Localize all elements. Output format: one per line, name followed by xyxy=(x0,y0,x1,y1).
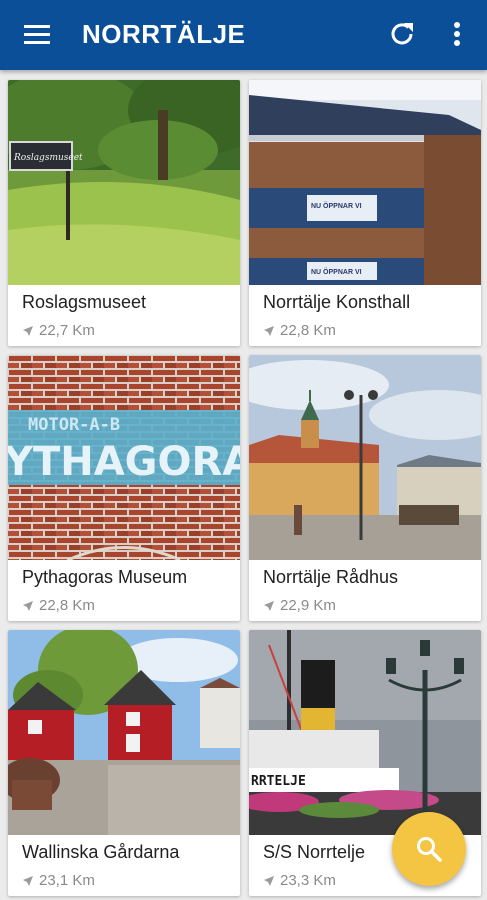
window-sign-1: NU ÖPPNAR VI xyxy=(311,201,362,210)
place-name: Norrtälje Konsthall xyxy=(263,292,411,312)
app-bar: NORRTÄLJE xyxy=(0,0,487,70)
place-name: Pythagoras Museum xyxy=(22,567,188,587)
sign-text: Roslagsmuseet xyxy=(13,153,83,163)
place-photo: MOTOR-A-B YTHAGORA xyxy=(8,355,240,560)
navigation-arrow-icon xyxy=(264,600,274,611)
place-distance: 23,3 Km xyxy=(263,872,336,889)
place-distance: 22,7 Km xyxy=(22,322,95,339)
ship-name-text: RRTELJE xyxy=(251,774,306,789)
place-card-roslagsmuseet[interactable]: Roslagsmuseet Roslagsmuseet 22,7 Km xyxy=(8,80,240,346)
place-distance: 22,8 Km xyxy=(22,597,95,614)
place-card-norrtalje-radhus[interactable]: Norrtälje Rådhus 22,9 Km xyxy=(249,355,481,621)
page-title: NORRTÄLJE xyxy=(82,19,246,49)
place-card-wallinska-gardarna[interactable]: Wallinska Gårdarna 23,1 Km xyxy=(8,630,240,896)
hamburger-menu-icon[interactable] xyxy=(22,21,54,49)
place-photo xyxy=(249,355,481,560)
place-photo: NU ÖPPNAR VI NU ÖPPNAR VI xyxy=(249,80,481,285)
place-distance: 22,8 Km xyxy=(263,322,336,339)
place-photo xyxy=(8,630,240,835)
place-photo: RRTELJE xyxy=(249,630,481,835)
navigation-arrow-icon xyxy=(23,325,33,336)
window-sign-2: NU ÖPPNAR VI xyxy=(311,267,362,276)
place-name: Norrtälje Rådhus xyxy=(263,567,399,587)
places-grid: Roslagsmuseet Roslagsmuseet 22,7 Km NU Ö… xyxy=(0,70,487,900)
more-vertical-icon[interactable] xyxy=(446,18,468,50)
place-photo: Roslagsmuseet xyxy=(8,80,240,285)
place-name: S/S Norrtelje xyxy=(263,842,366,862)
search-fab-button[interactable] xyxy=(392,812,466,886)
search-icon xyxy=(417,837,442,862)
place-distance: 23,1 Km xyxy=(22,872,95,889)
place-name: Roslagsmuseet xyxy=(22,292,147,312)
place-distance: 22,9 Km xyxy=(263,597,336,614)
painted-text-top: MOTOR-A-B xyxy=(28,415,120,435)
refresh-icon[interactable] xyxy=(386,18,418,50)
navigation-arrow-icon xyxy=(264,325,274,336)
navigation-arrow-icon xyxy=(23,875,33,886)
place-card-norrtalje-konsthall[interactable]: NU ÖPPNAR VI NU ÖPPNAR VI Norrtälje Kons… xyxy=(249,80,481,346)
painted-text-main: YTHAGORA xyxy=(8,439,240,485)
navigation-arrow-icon xyxy=(23,600,33,611)
navigation-arrow-icon xyxy=(264,875,274,886)
place-name: Wallinska Gårdarna xyxy=(22,842,180,862)
place-card-pythagoras-museum[interactable]: MOTOR-A-B YTHAGORA Pythagoras Museum 22,… xyxy=(8,355,240,621)
